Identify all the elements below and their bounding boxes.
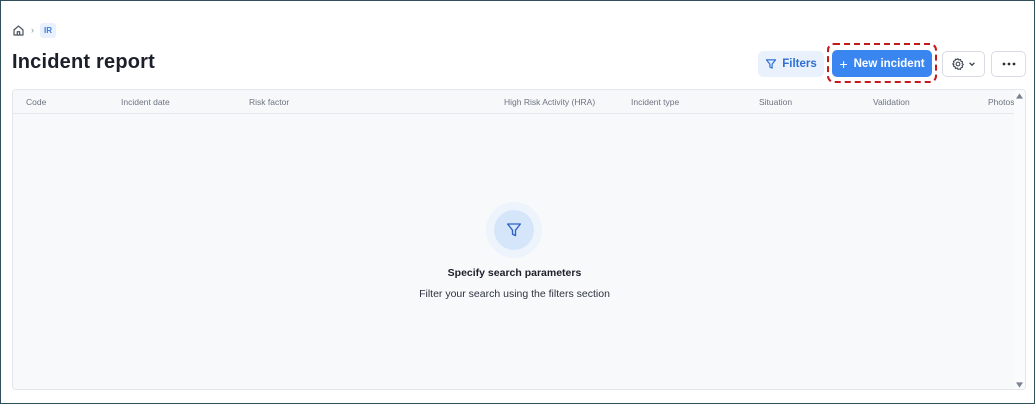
more-options-button[interactable] (991, 51, 1026, 77)
filters-button-label: Filters (782, 58, 817, 70)
column-header-incident-date[interactable]: Incident date (121, 97, 170, 107)
gear-icon (952, 58, 964, 70)
column-header-photos[interactable]: Photos (988, 97, 1014, 107)
empty-state-description: Filter your search using the filters sec… (419, 288, 610, 300)
breadcrumb-separator: › (31, 25, 34, 35)
column-header-hra[interactable]: High Risk Activity (HRA) (504, 97, 595, 107)
breadcrumb-current[interactable]: IR (40, 22, 56, 38)
filters-button[interactable]: Filters (758, 51, 824, 77)
breadcrumb: › IR (12, 22, 56, 38)
page-title: Incident report (12, 51, 156, 73)
new-incident-button[interactable]: + New incident (832, 50, 932, 77)
scroll-down-arrow-icon[interactable] (1016, 382, 1023, 388)
empty-state-icon-badge (486, 202, 542, 258)
column-header-risk-factor[interactable]: Risk factor (249, 97, 289, 107)
ellipsis-icon (1002, 62, 1015, 66)
column-header-validation[interactable]: Validation (873, 97, 910, 107)
incident-table: Code Incident date Risk factor High Risk… (12, 89, 1026, 390)
home-icon[interactable] (12, 24, 25, 37)
plus-icon: + (839, 55, 848, 72)
table-header: Code Incident date Risk factor High Risk… (13, 90, 1016, 114)
column-header-situation[interactable]: Situation (759, 97, 792, 107)
filter-icon (506, 223, 522, 237)
column-header-incident-type[interactable]: Incident type (631, 97, 679, 107)
empty-state-title: Specify search parameters (447, 267, 582, 279)
scroll-up-arrow-icon[interactable] (1016, 93, 1023, 99)
filter-icon (766, 59, 777, 69)
column-header-code[interactable]: Code (26, 97, 46, 107)
new-incident-button-label: New incident (853, 57, 925, 70)
app-frame: › IR Incident report Filters + New incid… (0, 0, 1035, 404)
chevron-down-icon (969, 62, 975, 67)
table-scrollbar[interactable] (1014, 90, 1025, 389)
settings-dropdown-button[interactable] (942, 51, 985, 77)
